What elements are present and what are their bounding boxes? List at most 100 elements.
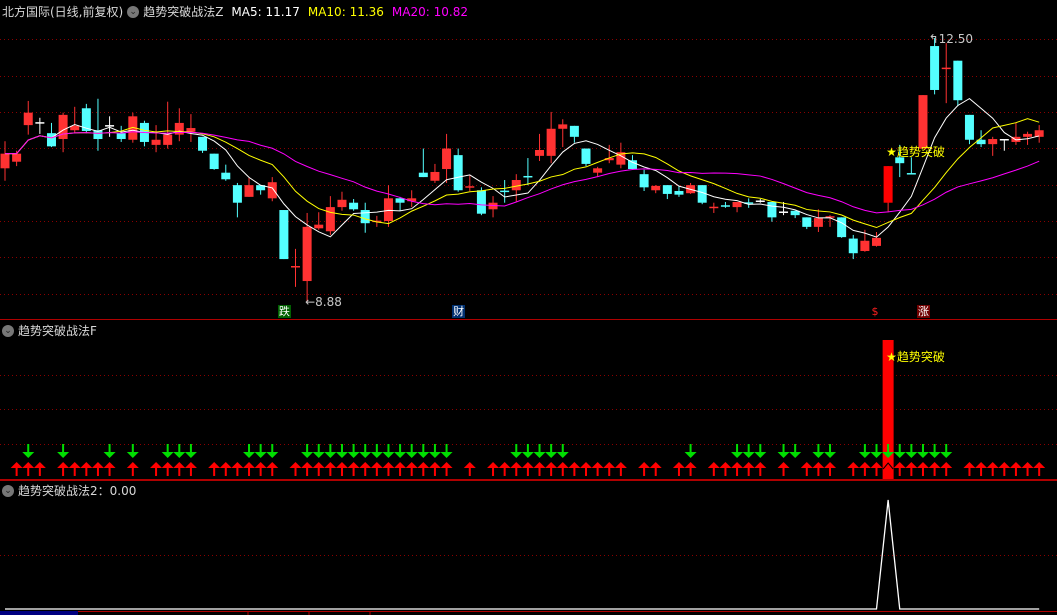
up-arrow-icon <box>1021 462 1034 476</box>
down-arrow-icon <box>556 444 569 458</box>
down-arrow-icon <box>312 444 325 458</box>
candle-body <box>116 133 126 140</box>
ma20-value: 10.82 <box>433 4 468 19</box>
up-arrow-icon <box>498 462 511 476</box>
signal-panel[interactable]: ⌄ 趋势突破战法F ★趋势突破 <box>0 320 1057 480</box>
up-arrow-icon <box>905 462 918 476</box>
up-arrow-icon <box>22 462 35 476</box>
candle-body <box>662 185 672 194</box>
up-arrow-icon <box>777 462 790 476</box>
event-marker[interactable]: 跌 <box>277 305 291 318</box>
candle-body <box>430 171 440 181</box>
up-arrow-icon <box>614 462 627 476</box>
down-arrow-icon <box>22 444 35 458</box>
candle-body <box>860 240 870 252</box>
up-arrow-icon <box>243 462 256 476</box>
down-arrow-icon <box>243 444 256 458</box>
up-arrow-icon <box>57 462 70 476</box>
up-arrow-icon <box>742 462 755 476</box>
down-arrow-icon <box>754 444 767 458</box>
up-arrow-icon <box>580 462 592 476</box>
candle-body <box>186 128 196 132</box>
event-marker[interactable]: 涨 <box>916 305 930 318</box>
candle-body <box>883 166 893 203</box>
candle-body <box>302 226 312 282</box>
left-arrow-icon: ↰ <box>928 32 939 46</box>
up-arrow-icon <box>428 462 441 476</box>
up-arrow-icon <box>893 462 906 476</box>
up-arrow-icon <box>1009 462 1022 476</box>
price-panel[interactable]: 北方国际(日线,前复权) ⌄ 趋势突破战法Z MA5: 11.17 MA10: … <box>0 0 1057 320</box>
up-arrow-icon <box>150 462 163 476</box>
line-indicator-readout: 趋势突破战法2：0.00 <box>18 482 136 499</box>
line-chart[interactable] <box>0 480 1057 615</box>
candle-body <box>267 182 277 199</box>
down-arrow-icon <box>405 444 418 458</box>
candle-body <box>383 198 393 222</box>
candle-body <box>1034 130 1044 137</box>
ma5-value: 11.17 <box>265 4 300 19</box>
candle-body <box>732 201 742 208</box>
candle-body <box>453 155 463 191</box>
ma5-label: MA5: <box>231 4 262 19</box>
candle-body <box>325 207 335 232</box>
down-arrow-icon <box>533 444 546 458</box>
up-arrow-icon <box>359 462 372 476</box>
up-arrow-icon <box>1033 462 1046 476</box>
up-arrow-icon <box>858 462 871 476</box>
chevron-down-circle-icon[interactable]: ⌄ <box>127 5 140 18</box>
up-arrow-icon <box>335 462 348 476</box>
ma5-readout: MA5: 11.17 <box>231 5 299 19</box>
down-arrow-icon <box>742 444 755 458</box>
candle-body <box>232 185 242 203</box>
candle-body <box>918 95 928 149</box>
down-arrow-icon <box>370 444 383 458</box>
up-arrow-icon <box>545 462 558 476</box>
candle-body <box>360 210 370 224</box>
ma20-readout: MA20: 10.82 <box>392 5 468 19</box>
down-arrow-icon <box>777 444 790 458</box>
up-arrow-icon <box>161 462 174 476</box>
candle-body <box>0 153 10 169</box>
up-arrow-icon <box>556 462 569 476</box>
candle-body <box>209 153 219 170</box>
down-arrow-icon <box>126 444 139 458</box>
star-icon: ★ <box>886 145 897 159</box>
down-arrow-icon <box>301 444 314 458</box>
up-arrow-icon <box>521 462 534 476</box>
candle-body <box>953 60 963 101</box>
up-arrow-icon <box>219 462 232 476</box>
candle-body <box>558 124 568 129</box>
candle-body <box>767 201 777 218</box>
signal-indicator-name: 趋势突破战法F <box>18 324 97 338</box>
candle-body <box>639 174 649 188</box>
line-panel[interactable]: ⌄ 趋势突破战法2：0.00 <box>0 480 1057 615</box>
event-marker[interactable]: 财 <box>452 305 466 318</box>
candle-body <box>569 125 579 137</box>
candle-body <box>23 112 33 126</box>
up-arrow-icon <box>231 462 244 476</box>
down-arrow-icon <box>905 444 918 458</box>
up-arrow-icon <box>684 462 697 476</box>
up-arrow-icon <box>254 462 267 476</box>
up-arrow-icon <box>405 462 418 476</box>
up-arrow-icon <box>184 462 197 476</box>
up-arrow-icon <box>533 462 546 476</box>
candlestick-chart[interactable] <box>0 0 1057 320</box>
down-arrow-icon <box>173 444 186 458</box>
down-arrow-icon <box>324 444 337 458</box>
event-marker[interactable]: $ <box>870 305 880 318</box>
down-arrow-icon <box>684 444 697 458</box>
candle-body <box>244 185 254 197</box>
ma20-label: MA20: <box>391 4 430 19</box>
indicator-name: 趋势突破战法Z <box>143 5 224 19</box>
down-arrow-icon <box>731 444 744 458</box>
chevron-down-circle-icon[interactable]: ⌄ <box>2 324 14 337</box>
up-arrow-icon <box>800 462 813 476</box>
candle-body <box>674 190 684 195</box>
chevron-down-circle-icon[interactable]: ⌄ <box>2 484 14 497</box>
signal-chart[interactable] <box>0 320 1057 480</box>
up-arrow-icon <box>707 462 720 476</box>
up-arrow-icon <box>417 462 430 476</box>
down-arrow-icon <box>347 444 360 458</box>
